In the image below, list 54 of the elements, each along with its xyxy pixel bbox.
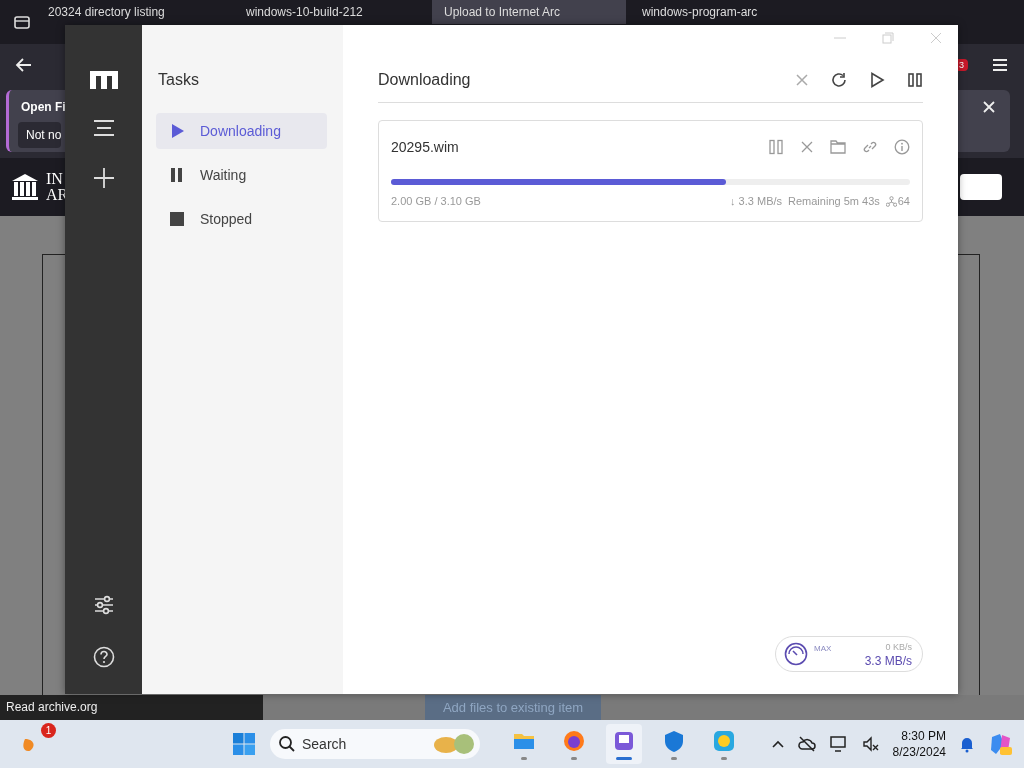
search-icon (278, 735, 296, 753)
sidebar-title: Tasks (158, 71, 200, 89)
play-icon[interactable] (869, 72, 885, 88)
temple-icon (10, 172, 40, 202)
shield-icon[interactable] (662, 728, 686, 753)
category-item[interactable]: Downloading (156, 113, 327, 149)
speedometer-icon (784, 642, 808, 666)
taskbar-app[interactable] (606, 724, 642, 764)
download-speed: 3.3 MB/s (864, 654, 912, 668)
notification-title: Open Fi (21, 100, 66, 114)
status-text: Read archive.org (0, 695, 263, 720)
pause-icon[interactable] (907, 72, 923, 88)
search-button[interactable]: Search (270, 729, 480, 759)
folder-icon[interactable] (830, 139, 846, 155)
browser-tab[interactable]: windows-10-build-212 (234, 0, 428, 24)
clock-date[interactable]: 8/23/2024 (892, 744, 946, 760)
settings-icon[interactable] (92, 594, 115, 616)
menu-icon[interactable] (92, 119, 115, 137)
pause-icon (170, 168, 184, 182)
play-icon (170, 124, 184, 138)
app-logo-icon (89, 71, 118, 89)
task-name: 20295.wim (391, 139, 459, 155)
start-icon[interactable] (232, 732, 256, 756)
logo-text: IN (46, 171, 64, 187)
search-field[interactable] (960, 174, 1002, 200)
browser-tab[interactable]: windows-program-arc (630, 0, 824, 24)
monitor-icon[interactable] (828, 734, 849, 754)
link-icon[interactable] (862, 139, 878, 155)
refresh-icon[interactable] (831, 72, 847, 88)
assistant-icon[interactable] (988, 731, 1014, 757)
remaining-text: Remaining 5m 43s (788, 195, 880, 207)
category-item[interactable]: Waiting (156, 157, 327, 193)
help-icon[interactable] (92, 646, 115, 668)
progress-text: 2.00 GB / 3.10 GB (391, 195, 481, 207)
page-title: Downloading (378, 71, 471, 89)
browser-icon[interactable] (562, 728, 586, 753)
notification-badge: 1 (41, 723, 56, 738)
connections-icon (885, 195, 897, 207)
cloud-icon[interactable] (796, 734, 817, 754)
upload-speed: 0 KB/s (885, 641, 912, 654)
info-icon[interactable] (894, 139, 910, 155)
add-icon[interactable] (92, 167, 115, 189)
browser-tab[interactable]: Upload to Internet Arc (432, 0, 626, 24)
clock-time[interactable]: 8:30 PM (901, 728, 946, 744)
task-card[interactable]: 20295.wim 2.00 GB / 3.10 GB ↓ 3.3 MB/s Remaining 5m 43s 64 (378, 120, 923, 222)
melon-icon (432, 732, 476, 756)
notification-button[interactable]: Not no (18, 122, 62, 148)
category-item[interactable]: Stopped (156, 201, 327, 237)
speaker-muted-icon[interactable] (860, 734, 881, 754)
browser-tab[interactable]: 20324 directory listing (36, 0, 230, 24)
speed-text: ↓ 3.3 MB/s (730, 195, 783, 207)
meter-label: MAX (814, 644, 832, 653)
stop-icon (170, 212, 184, 226)
connections-count: 64 (897, 195, 910, 207)
